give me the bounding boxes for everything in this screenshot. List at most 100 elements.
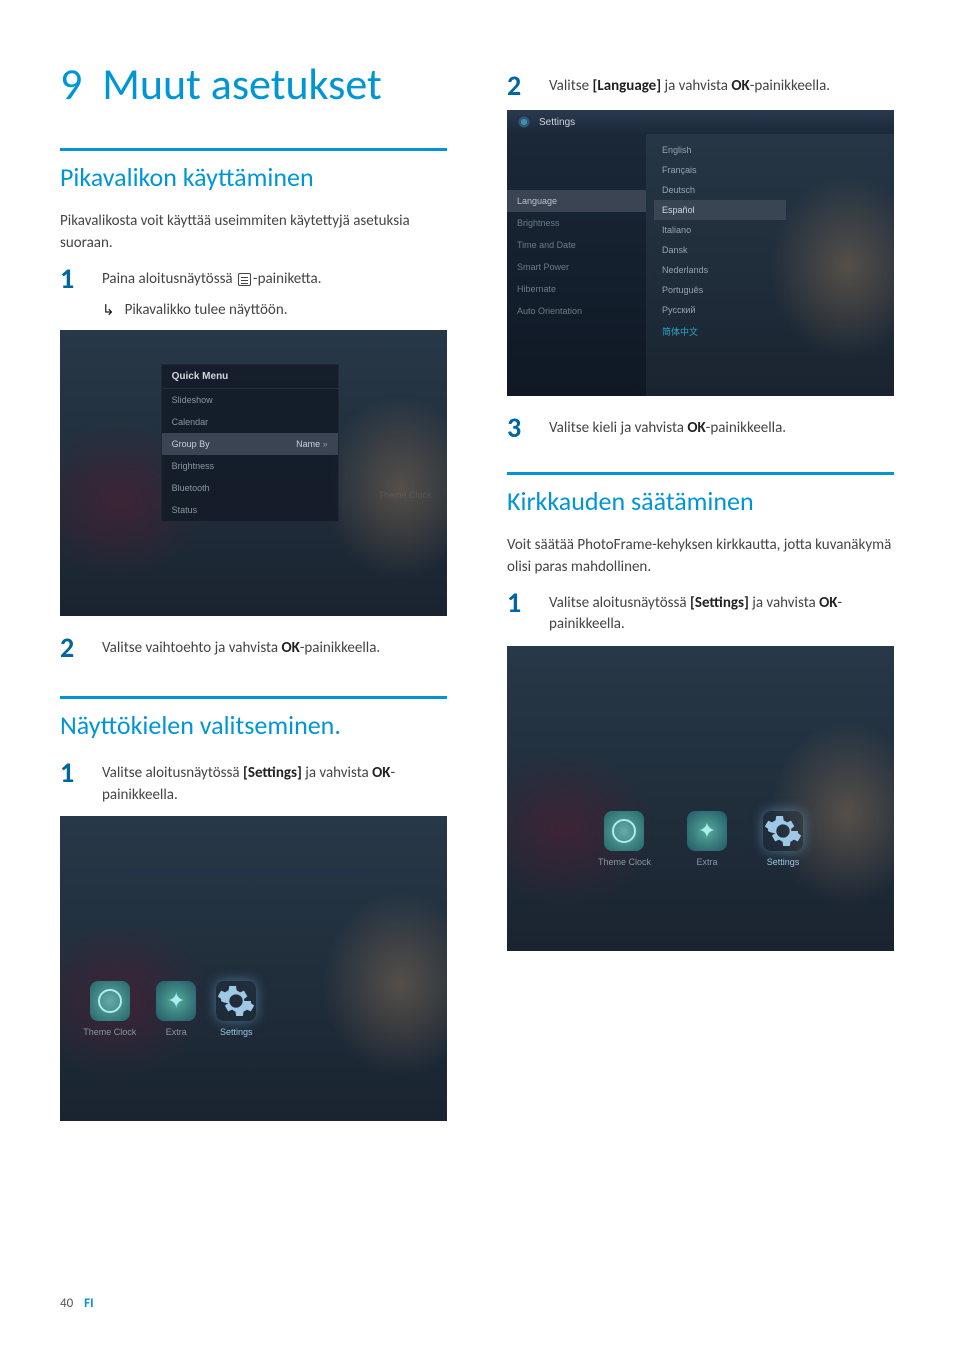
extra-icon — [156, 981, 196, 1021]
screenshot-settings-language: Settings LanguageBrightnessTime and Date… — [507, 110, 894, 396]
settings-item[interactable]: Brightness — [507, 212, 646, 234]
settings-title-bar: Settings — [507, 110, 894, 134]
language-option[interactable]: English — [654, 140, 786, 160]
language-option[interactable]: Português — [654, 280, 786, 300]
gear-icon — [763, 811, 803, 851]
home-icon-label: Settings — [216, 1027, 256, 1037]
arrow-icon: ↳ — [102, 301, 115, 320]
step-text: Valitse [Language] ja vahvista OK-painik… — [549, 72, 830, 100]
intro-text: Pikavalikosta voit käyttää useimmiten kä… — [60, 211, 447, 255]
chapter-title: 9 Muut asetukset — [60, 60, 447, 108]
screenshot-quick-menu: Quick Menu Slideshow Calendar Group By Name… — [60, 330, 447, 616]
step-2: 2 Valitse [Language] ja vahvista OK-pain… — [507, 72, 894, 100]
step-1: 1 Paina aloitusnäytössä -painiketta. — [60, 265, 447, 293]
quick-menu-item[interactable]: Brightness — [162, 455, 338, 477]
chapter-number: 9 — [60, 57, 82, 111]
quick-menu-item-label: Status — [172, 505, 198, 515]
home-icon-settings[interactable]: Settings — [763, 811, 803, 867]
quick-menu-item-label: Bluetooth — [172, 483, 210, 493]
clock-icon — [604, 811, 644, 851]
step-number: 1 — [507, 589, 531, 637]
settings-bar-label: Settings — [539, 117, 575, 128]
step-number: 1 — [60, 759, 84, 807]
section-rule — [60, 696, 447, 699]
page-number: 40 — [60, 1296, 73, 1311]
chapter-title-text: Muut asetukset — [102, 57, 382, 111]
home-icon-label: Extra — [156, 1027, 196, 1037]
quick-menu-item[interactable]: Slideshow — [162, 389, 338, 411]
step-text: Valitse vaihtoehto ja vahvista OK-painik… — [102, 634, 380, 662]
language-option[interactable]: Español — [654, 200, 786, 220]
language-option[interactable]: Français — [654, 160, 786, 180]
home-icon-row: Theme Clock Extra Settings — [507, 811, 894, 867]
photo-background — [60, 816, 447, 1121]
section-title: Kirkkauden säätäminen — [507, 485, 894, 517]
gear-icon — [216, 981, 256, 1021]
settings-item[interactable]: Auto Orientation — [507, 300, 646, 322]
home-icon-extra[interactable]: Extra — [156, 981, 196, 1037]
step-1: 1 Valitse aloitusnäytössä [Settings] ja … — [60, 759, 447, 807]
section-title: Näyttökielen valitseminen. — [60, 709, 447, 741]
language-option[interactable]: Dansk — [654, 240, 786, 260]
language-list: EnglishFrançaisDeutschEspañolItalianoDan… — [654, 140, 786, 343]
language-option[interactable]: Русский — [654, 300, 786, 320]
settings-item[interactable]: Time and Date — [507, 234, 646, 256]
step-2: 2 Valitse vaihtoehto ja vahvista OK-pain… — [60, 634, 447, 662]
quick-menu-item[interactable]: Bluetooth — [162, 477, 338, 499]
settings-left-list: LanguageBrightnessTime and DateSmart Pow… — [507, 134, 646, 396]
step-number: 2 — [60, 634, 84, 662]
step-text: Paina aloitusnäytössä -painiketta. — [102, 265, 321, 293]
step-text: Valitse aloitusnäytössä [Settings] ja va… — [549, 589, 894, 637]
home-icon-label: Theme Clock — [83, 1027, 136, 1037]
home-icon-theme-clock[interactable]: Theme Clock — [83, 981, 136, 1037]
sub-bullet: ↳ Pikavalikko tulee näyttöön. — [102, 301, 447, 320]
section-rule — [60, 148, 447, 151]
photo-background — [507, 646, 894, 951]
section-language: Näyttökielen valitseminen. 1 Valitse alo… — [60, 696, 447, 1121]
quick-menu-item[interactable]: Calendar — [162, 411, 338, 433]
home-icon-label: Settings — [763, 857, 803, 867]
page-lang-code: FI — [84, 1296, 93, 1311]
home-icon-label: Theme Clock — [598, 857, 651, 867]
sub-bullet-text: Pikavalikko tulee näyttöön. — [125, 301, 288, 320]
quick-menu-item[interactable]: Status — [162, 499, 338, 521]
quick-menu-item-label: Slideshow — [172, 395, 213, 405]
step-number: 3 — [507, 414, 531, 442]
page-footer: 40 FI — [60, 1296, 94, 1311]
step-3: 3 Valitse kieli ja vahvista OK-painikkee… — [507, 414, 894, 442]
language-option[interactable]: Nederlands — [654, 260, 786, 280]
home-icon-row: Theme Clock Extra Settings — [60, 981, 447, 1037]
step-text: Valitse kieli ja vahvista OK-painikkeell… — [549, 414, 786, 442]
section-quickmenu: Pikavalikon käyttäminen Pikavalikosta vo… — [60, 148, 447, 662]
quick-menu-item[interactable]: Group By Name » — [162, 433, 338, 455]
quick-menu-panel: Quick Menu Slideshow Calendar Group By Name… — [161, 364, 339, 522]
settings-item[interactable]: Hibernate — [507, 278, 646, 300]
step-1: 1 Valitse aloitusnäytössä [Settings] ja … — [507, 589, 894, 637]
menu-icon — [238, 273, 251, 286]
gear-icon — [517, 115, 531, 129]
home-icon-extra[interactable]: Extra — [687, 811, 727, 867]
quick-menu-item-label: Brightness — [172, 461, 215, 471]
screenshot-home-settings-2: Theme Clock Extra Settings — [507, 646, 894, 951]
language-option[interactable]: Deutsch — [654, 180, 786, 200]
section-rule — [507, 472, 894, 475]
home-icon-theme-clock[interactable]: Theme Clock — [598, 811, 651, 867]
language-option[interactable]: 简体中文 — [654, 320, 786, 343]
intro-text: Voit säätää PhotoFrame-kehyksen kirkkaut… — [507, 535, 894, 579]
quick-menu-item-label: Group By — [172, 439, 210, 449]
quick-menu-item-value: Name » — [296, 439, 328, 449]
section-title: Pikavalikon käyttäminen — [60, 161, 447, 193]
settings-item[interactable]: Smart Power — [507, 256, 646, 278]
home-icon-settings[interactable]: Settings — [216, 981, 256, 1037]
step-number: 1 — [60, 265, 84, 293]
extra-icon — [687, 811, 727, 851]
home-icon-label: Extra — [687, 857, 727, 867]
clock-icon — [90, 981, 130, 1021]
quick-menu-header: Quick Menu — [162, 365, 338, 389]
language-option[interactable]: Italiano — [654, 220, 786, 240]
quick-menu-item-label: Calendar — [172, 417, 209, 427]
settings-item[interactable]: Language — [507, 190, 646, 212]
step-text: Valitse aloitusnäytössä [Settings] ja va… — [102, 759, 447, 807]
section-brightness: Kirkkauden säätäminen Voit säätää PhotoF… — [507, 472, 894, 951]
screenshot-home-settings: Theme Clock Extra Settings — [60, 816, 447, 1121]
